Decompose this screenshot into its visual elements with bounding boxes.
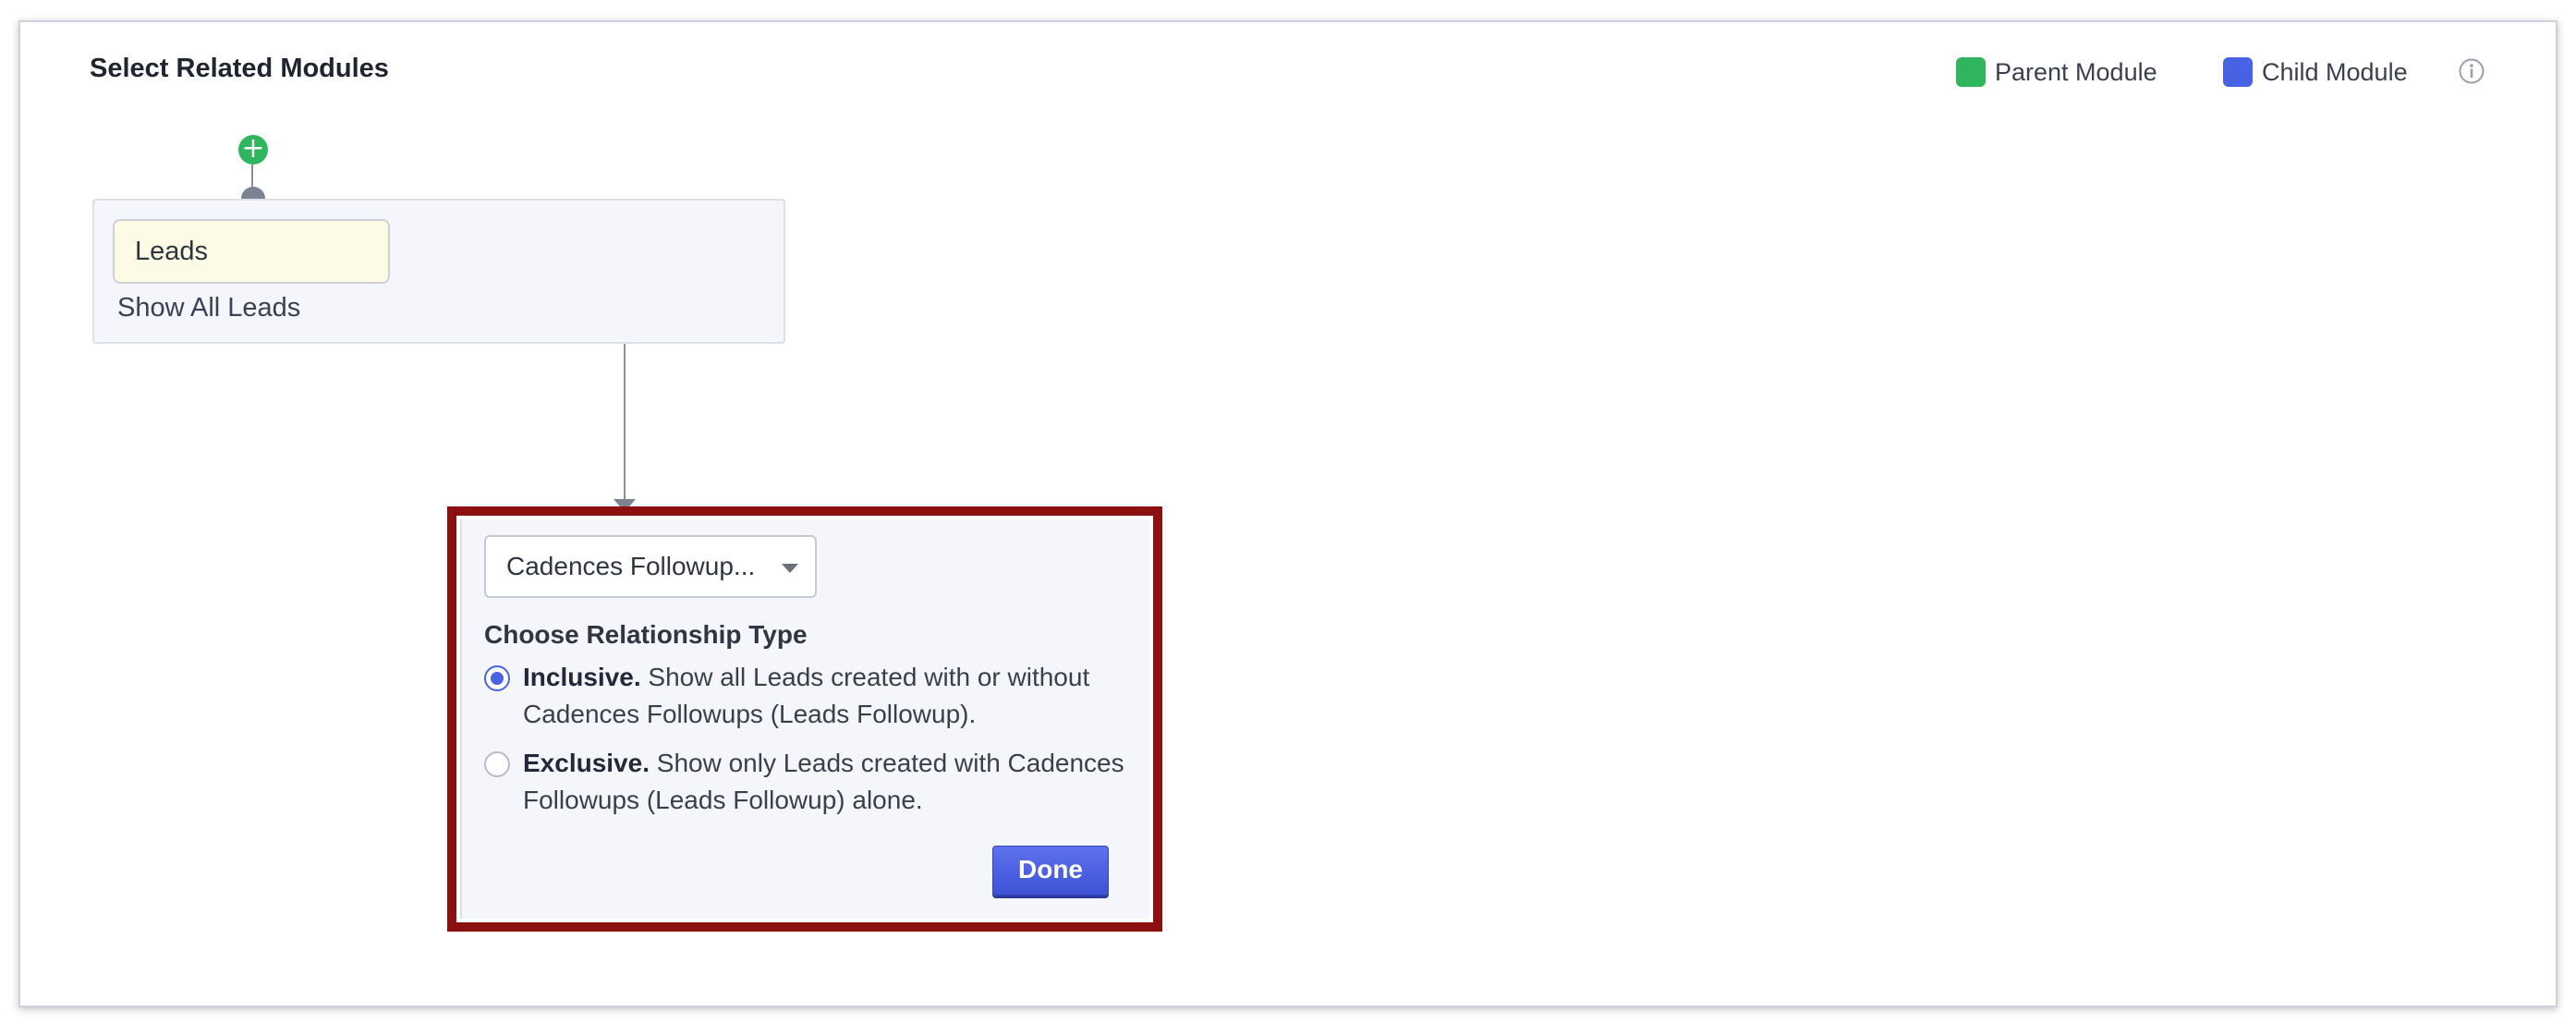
info-icon[interactable] — [2458, 57, 2485, 85]
relationship-type-heading: Choose Relationship Type — [484, 620, 808, 649]
done-button[interactable]: Done — [992, 846, 1109, 896]
show-all-leads-label: Show All Leads — [117, 293, 301, 323]
legend-parent-module: Parent Module — [1956, 55, 2157, 89]
connector-line — [251, 165, 253, 189]
add-module-button[interactable]: + — [238, 135, 268, 165]
relation-connector-line — [624, 344, 626, 501]
legend-child-module: Child Module — [2223, 55, 2408, 89]
parent-module-name[interactable]: Leads — [113, 219, 390, 284]
legend-parent-label: Parent Module — [1995, 57, 2157, 86]
parent-module-swatch — [1956, 57, 1986, 87]
legend-child-label: Child Module — [2262, 57, 2408, 86]
inclusive-option-text: Inclusive. Show all Leads created with o… — [523, 659, 1133, 733]
exclusive-radio[interactable] — [484, 751, 510, 777]
exclusive-option-title: Exclusive. — [523, 749, 650, 777]
exclusive-option-text: Exclusive. Show only Leads created with … — [523, 745, 1133, 819]
child-module-select[interactable]: Cadences Followup... — [484, 535, 817, 598]
child-module-swatch — [2223, 57, 2253, 87]
child-module-select-value: Cadences Followup... — [506, 552, 756, 580]
parent-module-card: Leads Show All Leads — [92, 199, 785, 344]
inclusive-radio[interactable] — [484, 665, 510, 691]
chevron-down-icon — [782, 564, 798, 573]
page-title: Select Related Modules — [90, 54, 389, 83]
plus-icon: + — [241, 132, 265, 165]
dialog-frame — [18, 20, 2558, 1007]
inclusive-option-title: Inclusive. — [523, 663, 641, 691]
